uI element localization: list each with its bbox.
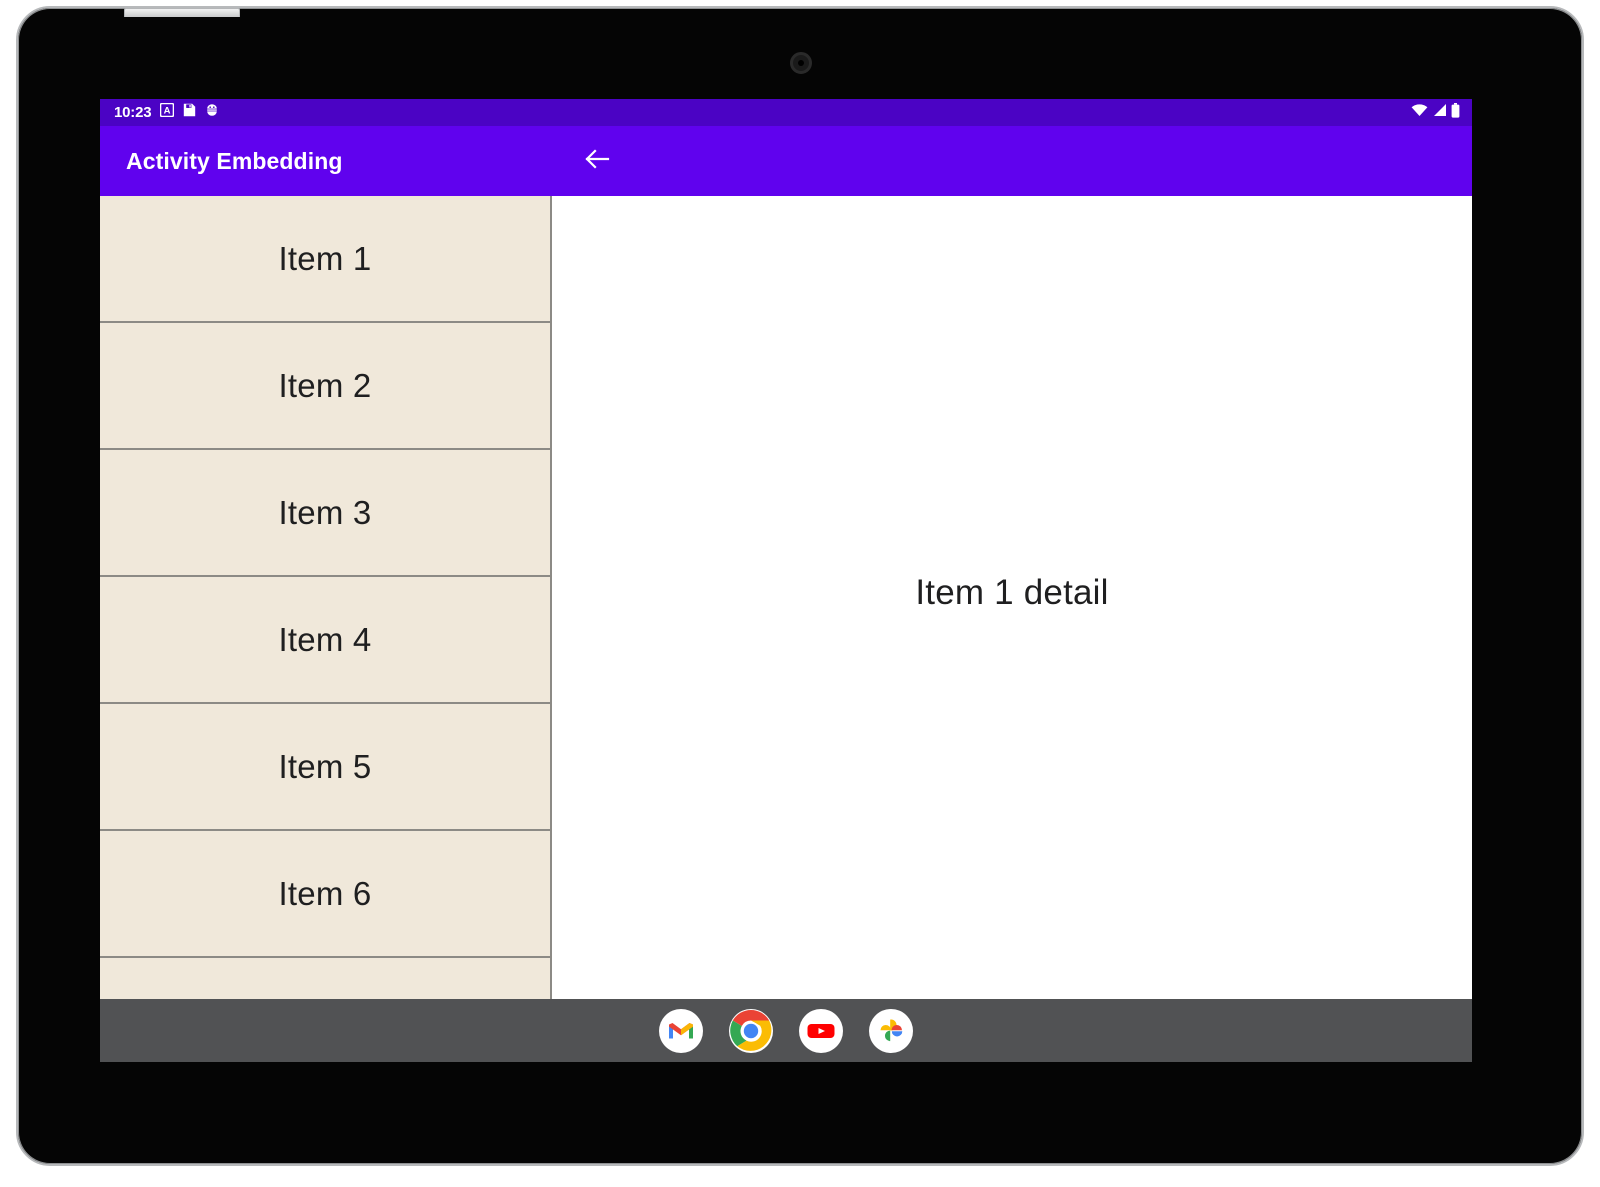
screenshot-root: 10:23 A Activity Embedding Item 1 Item 2… (0, 0, 1600, 1187)
wifi-icon (1411, 103, 1428, 122)
list-item-label: Item 1 (278, 239, 372, 277)
device-screen: 10:23 A Activity Embedding Item 1 Item 2… (100, 99, 1472, 1062)
list-item[interactable]: Item 4 (100, 577, 550, 704)
save-disk-icon (183, 103, 196, 122)
list-item-label: Item 5 (278, 747, 372, 785)
list-item[interactable]: Item 5 (100, 704, 550, 831)
list-item[interactable]: Item 6 (100, 831, 550, 958)
app-bar: Activity Embedding (100, 126, 1472, 196)
a-badge-icon: A (160, 102, 175, 122)
status-bar-clock: 10:23 (114, 104, 152, 121)
list-item[interactable]: Item 3 (100, 450, 550, 577)
detail-pane: Item 1 detail (552, 196, 1472, 999)
list-item-label: Item 4 (278, 620, 372, 658)
app-bar-title: Activity Embedding (126, 147, 343, 174)
back-button[interactable] (575, 139, 619, 183)
status-bar-left-group: 10:23 A (114, 102, 219, 122)
back-arrow-icon (583, 147, 611, 176)
list-item[interactable]: Item 1 (100, 196, 550, 323)
status-bar: 10:23 A (100, 99, 1472, 126)
photos-app-icon[interactable] (869, 1008, 913, 1053)
taskbar (100, 999, 1472, 1062)
list-item[interactable]: Item 2 (100, 323, 550, 450)
list-item-label: Item 6 (278, 874, 372, 912)
power-button[interactable] (124, 8, 240, 17)
content-area: Item 1 Item 2 Item 3 Item 4 Item 5 Item … (100, 196, 1472, 999)
list-item-label: Item 2 (278, 366, 372, 404)
chrome-app-icon[interactable] (729, 1008, 773, 1053)
android-debug-icon (205, 103, 219, 122)
youtube-app-icon[interactable] (799, 1008, 843, 1053)
svg-text:A: A (164, 106, 171, 117)
list-item-label: Item 3 (278, 493, 372, 531)
cellular-signal-icon (1432, 103, 1447, 122)
gmail-app-icon[interactable] (659, 1008, 703, 1053)
battery-icon (1451, 102, 1460, 123)
camera-lens-icon (790, 52, 812, 74)
status-bar-right-group (1411, 102, 1460, 123)
list-item[interactable] (100, 958, 550, 999)
list-pane[interactable]: Item 1 Item 2 Item 3 Item 4 Item 5 Item … (100, 196, 552, 999)
detail-text: Item 1 detail (915, 572, 1109, 612)
